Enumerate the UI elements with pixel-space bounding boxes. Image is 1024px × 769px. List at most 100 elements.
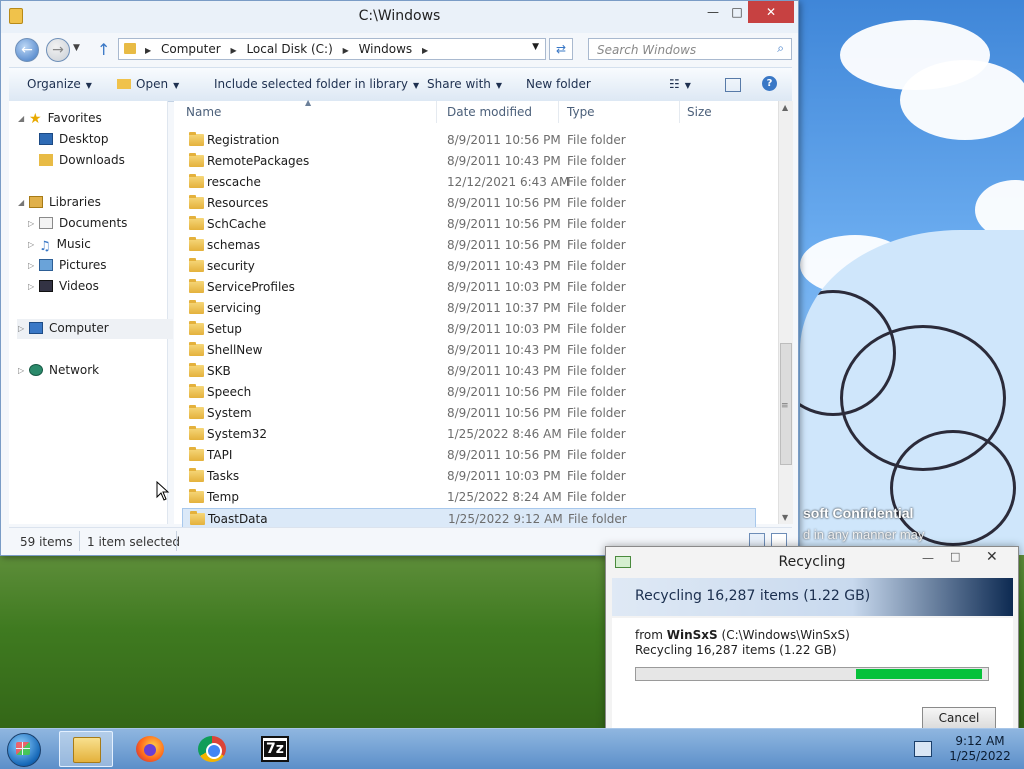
breadcrumb-windows[interactable]: Windows	[359, 42, 413, 56]
explorer-folders-icon	[73, 737, 101, 763]
nav-network[interactable]: ▷ Network	[18, 363, 99, 383]
back-arrow-icon[interactable]: ←	[15, 38, 39, 62]
file-row[interactable]: Speech 8/9/2011 10:56 PM File folder	[182, 382, 756, 403]
expand-arrow-icon[interactable]: ▷	[28, 240, 34, 249]
close-button[interactable]: ✕	[986, 549, 998, 565]
file-row[interactable]: security 8/9/2011 10:43 PM File folder	[182, 256, 756, 277]
file-name: Resources	[207, 196, 269, 210]
taskbar-explorer-button[interactable]	[59, 731, 113, 767]
breadcrumb-chevron-icon[interactable]: ▶	[230, 46, 236, 55]
scroll-up-icon[interactable]: ▲	[782, 103, 788, 112]
source-line: from WinSxS (C:\Windows\WinSxS)	[635, 628, 850, 642]
source-folder-name[interactable]: WinSxS	[667, 628, 718, 642]
share-with-button[interactable]: Share with ▼	[427, 77, 502, 91]
file-row[interactable]: ServiceProfiles 8/9/2011 10:03 PM File fol…	[182, 277, 756, 298]
breadcrumb-chevron-icon[interactable]: ▶	[145, 46, 151, 55]
taskbar-firefox-button[interactable]	[123, 731, 177, 767]
nav-pictures[interactable]: ▷ Pictures	[28, 258, 107, 278]
file-name: SKB	[207, 364, 231, 378]
open-button[interactable]: Open ▼	[117, 77, 179, 91]
expand-arrow-icon[interactable]: ▷	[28, 261, 34, 270]
recent-pages-dropdown[interactable]: ▼	[73, 43, 80, 53]
expand-arrow-icon[interactable]: ▷	[18, 366, 24, 375]
file-row[interactable]: rescache 12/12/2021 6:43 AM File folder	[182, 172, 756, 193]
scroll-down-icon[interactable]: ▼	[782, 513, 788, 522]
refresh-icon[interactable]: ⇄	[549, 38, 573, 60]
search-input[interactable]	[595, 42, 769, 58]
file-date: 8/9/2011 10:03 PM	[447, 322, 561, 336]
expand-arrow-icon[interactable]: ▷	[28, 219, 34, 228]
help-icon[interactable]: ?	[762, 76, 777, 91]
nav-libraries[interactable]: ◢ Libraries	[18, 195, 101, 215]
column-header-date[interactable]: Date modified	[447, 105, 532, 119]
file-row[interactable]: servicing 8/9/2011 10:37 PM File folder	[182, 298, 756, 319]
close-button[interactable]: ✕	[748, 1, 794, 23]
cancel-button[interactable]: Cancel	[922, 707, 996, 729]
nav-videos[interactable]: ▷ Videos	[28, 279, 99, 299]
clock[interactable]: 9:12 AM 1/25/2022	[940, 734, 1020, 764]
file-row[interactable]: RemotePackages 8/9/2011 10:43 PM File fold…	[182, 151, 756, 172]
nav-downloads[interactable]: Downloads	[39, 153, 125, 173]
breadcrumb-computer[interactable]: Computer	[161, 42, 221, 56]
breadcrumb-local-disk[interactable]: Local Disk (C:)	[246, 42, 332, 56]
column-header-type[interactable]: Type	[567, 105, 595, 119]
collapse-arrow-icon[interactable]: ◢	[18, 198, 24, 207]
organize-button[interactable]: Organize ▼	[27, 77, 92, 91]
file-name: Setup	[207, 322, 242, 336]
column-divider[interactable]	[436, 101, 437, 123]
nav-videos-label: Videos	[59, 279, 99, 293]
change-view-icon[interactable]: ☷ ▼	[669, 77, 691, 91]
new-folder-button[interactable]: New folder	[526, 77, 591, 91]
expand-arrow-icon[interactable]: ▷	[28, 282, 34, 291]
address-bar[interactable]: ▶ Computer ▶ Local Disk (C:) ▶ Windows ▶…	[118, 38, 546, 60]
include-in-library-button[interactable]: Include selected folder in library ▼	[214, 77, 419, 91]
file-row[interactable]: SchCache 8/9/2011 10:56 PM File folder	[182, 214, 756, 235]
forward-arrow-icon[interactable]: →	[46, 38, 70, 62]
title-bar[interactable]: C:\Windows — □ ✕	[1, 1, 798, 33]
minimize-button[interactable]: —	[922, 551, 934, 565]
taskbar-chrome-button[interactable]	[185, 731, 239, 767]
file-date: 12/12/2021 6:43 AM	[447, 175, 570, 189]
taskbar-7zip-button[interactable]: 7z	[248, 731, 302, 767]
file-row[interactable]: ToastData 1/25/2022 9:12 AM File folder	[182, 508, 756, 529]
folder-icon	[117, 79, 131, 89]
column-divider[interactable]	[679, 101, 680, 123]
file-name: SchCache	[207, 217, 267, 231]
breadcrumb-chevron-icon[interactable]: ▶	[343, 46, 349, 55]
file-row[interactable]: System 8/9/2011 10:56 PM File folder	[182, 403, 756, 424]
collapse-arrow-icon[interactable]: ◢	[18, 114, 24, 123]
nav-computer[interactable]: ▷ Computer	[18, 321, 109, 341]
file-row[interactable]: Setup 8/9/2011 10:03 PM File folder	[182, 319, 756, 340]
file-row[interactable]: SKB 8/9/2011 10:43 PM File folder	[182, 361, 756, 382]
maximize-button[interactable]: □	[950, 550, 960, 563]
preview-pane-icon[interactable]	[725, 78, 741, 92]
start-button[interactable]	[4, 732, 44, 767]
address-dropdown-icon[interactable]: ▼	[532, 42, 539, 52]
nav-documents[interactable]: ▷ Documents	[28, 216, 127, 236]
maximize-button[interactable]: □	[723, 1, 751, 23]
file-row[interactable]: System32 1/25/2022 8:46 AM File folder	[182, 424, 756, 445]
search-box[interactable]: ⌕	[588, 38, 792, 60]
nav-favorites[interactable]: ◢ ★ Favorites	[18, 111, 102, 131]
file-row[interactable]: ShellNew 8/9/2011 10:43 PM File folder	[182, 340, 756, 361]
file-row[interactable]: schemas 8/9/2011 10:56 PM File folder	[182, 235, 756, 256]
nav-music[interactable]: ▷ ♫ Music	[28, 237, 91, 257]
file-row[interactable]: TAPI 8/9/2011 10:56 PM File folder	[182, 445, 756, 466]
up-arrow-icon[interactable]: ↑	[97, 40, 110, 59]
file-name: security	[207, 259, 255, 273]
vertical-scrollbar[interactable]: ▲ ≡ ▼	[778, 101, 793, 524]
nav-desktop[interactable]: Desktop	[39, 132, 109, 152]
breadcrumb-chevron-icon[interactable]: ▶	[422, 46, 428, 55]
file-row[interactable]: Tasks 8/9/2011 10:03 PM File folder	[182, 466, 756, 487]
search-icon[interactable]: ⌕	[777, 41, 784, 56]
column-header-name[interactable]: Name	[186, 105, 221, 119]
file-row[interactable]: Registration 8/9/2011 10:56 PM File folder	[182, 130, 756, 151]
file-row[interactable]: Resources 8/9/2011 10:56 PM File folder	[182, 193, 756, 214]
command-bar: Organize ▼ Open ▼ Include selected folder …	[9, 67, 792, 102]
file-row[interactable]: Temp 1/25/2022 8:24 AM File folder	[182, 487, 756, 508]
column-header-size[interactable]: Size	[687, 105, 712, 119]
expand-arrow-icon[interactable]: ▷	[18, 324, 24, 333]
folder-icon	[189, 174, 204, 188]
column-divider[interactable]	[558, 101, 559, 123]
action-center-icon[interactable]	[914, 741, 932, 757]
